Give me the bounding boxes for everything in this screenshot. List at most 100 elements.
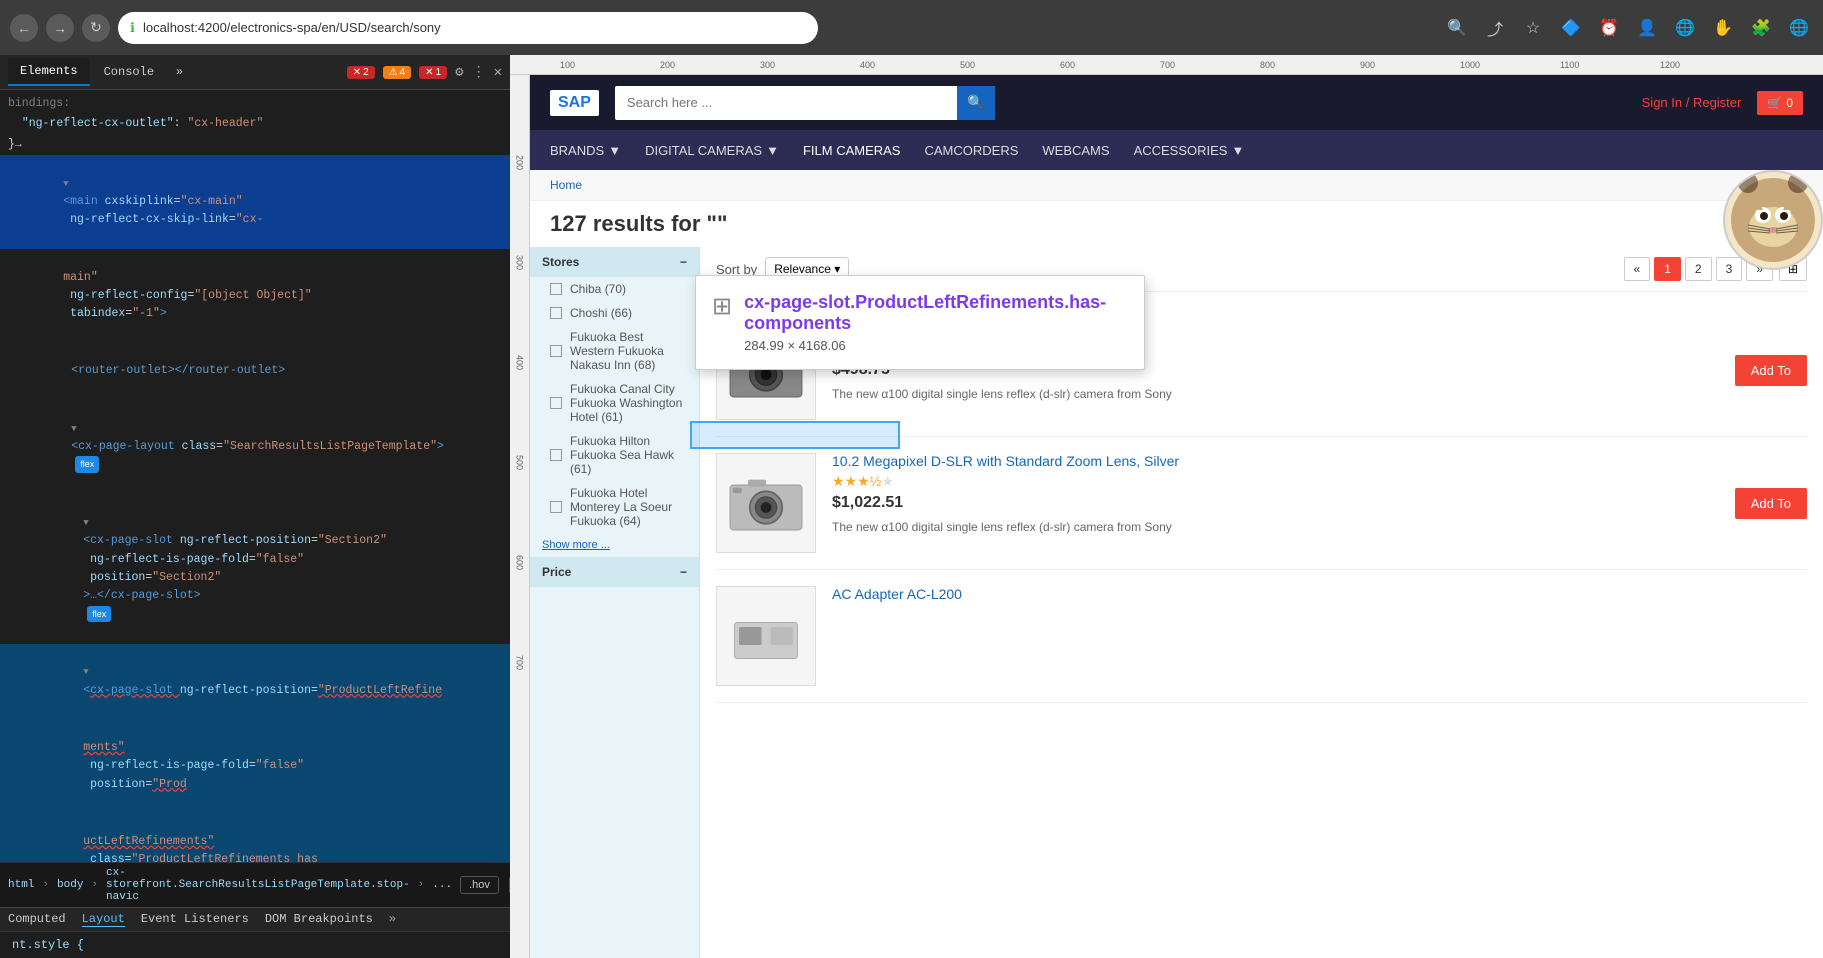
page-3[interactable]: 3 bbox=[1716, 257, 1743, 281]
extension2-icon[interactable]: ⏰ bbox=[1595, 14, 1623, 42]
product-desc-2: The new α100 digital single lens reflex … bbox=[832, 518, 1719, 536]
sap-header: SAP 🔍 Sign In / Register 🛒 0 bbox=[530, 75, 1823, 130]
search-input[interactable] bbox=[615, 95, 957, 110]
tab-dom-breakpoints[interactable]: DOM Breakpoints bbox=[265, 912, 373, 927]
price-header: Price − bbox=[530, 557, 699, 587]
extension5-icon[interactable]: ✋ bbox=[1709, 14, 1737, 42]
search-icon-btn[interactable]: 🔍 bbox=[1443, 14, 1471, 42]
product-image-2 bbox=[716, 453, 816, 553]
devtools-bottom-bar: Computed Layout Event Listeners DOM Brea… bbox=[0, 907, 510, 931]
sidebar-item-fukuoka-monterey[interactable]: Fukuoka Hotel Monterey La Soeur Fukuoka … bbox=[530, 481, 699, 533]
add-to-cart-btn-2[interactable]: Add To bbox=[1735, 488, 1807, 519]
forward-button[interactable]: → bbox=[46, 14, 74, 42]
add-to-cart-btn-1[interactable]: Add To bbox=[1735, 355, 1807, 386]
nav-digital-cameras[interactable]: DIGITAL CAMERAS ▼ bbox=[645, 133, 779, 168]
nav-accessories-label: ACCESSORIES bbox=[1134, 143, 1228, 158]
checkbox-fukuoka-canal[interactable] bbox=[550, 397, 562, 409]
checkbox-fukuoka-hilton[interactable] bbox=[550, 449, 562, 461]
console-count: ✕1 bbox=[419, 66, 447, 79]
selector-actions: .hov .cls + ▶ ⬛ bbox=[460, 875, 510, 895]
code-product-left-2[interactable]: ments" ng-reflect-is-page-fold="false" p… bbox=[0, 719, 510, 813]
checkbox-choshi[interactable] bbox=[550, 307, 562, 319]
nav-accessories[interactable]: ACCESSORIES ▼ bbox=[1134, 133, 1245, 168]
stores-label: Stores bbox=[542, 255, 579, 269]
sidebar-item-label: Fukuoka Hilton Fukuoka Sea Hawk (61) bbox=[570, 434, 687, 476]
sidebar-item-label: Fukuoka Best Western Fukuoka Nakasu Inn … bbox=[570, 330, 687, 372]
selector-cx-storefront[interactable]: cx-storefront.SearchResultsListPageTempl… bbox=[106, 867, 410, 903]
more-icon[interactable]: ⋮ bbox=[472, 64, 486, 81]
selector-body[interactable]: body bbox=[57, 879, 83, 891]
nav-film-cameras[interactable]: FILM CAMERAS bbox=[803, 133, 901, 168]
product-card: 10.2 Megapixel D-SLR with Standard Zoom … bbox=[716, 437, 1807, 570]
tab-console[interactable]: Console bbox=[92, 59, 166, 85]
extension1-icon[interactable]: 🔷 bbox=[1557, 14, 1585, 42]
tab-event-listeners[interactable]: Event Listeners bbox=[141, 912, 249, 927]
back-button[interactable]: ← bbox=[10, 14, 38, 42]
bookmark-icon-btn[interactable]: ☆ bbox=[1519, 14, 1547, 42]
search-button[interactable]: 🔍 bbox=[957, 86, 995, 120]
share-icon-btn[interactable]: ⤴ bbox=[1481, 14, 1509, 42]
price-collapse-icon[interactable]: − bbox=[680, 565, 687, 579]
checkbox-fukuoka-monterey[interactable] bbox=[550, 501, 562, 513]
bottom-more[interactable]: » bbox=[389, 912, 396, 927]
main-nav: BRANDS ▼ DIGITAL CAMERAS ▼ FILM CAMERAS … bbox=[530, 130, 1823, 170]
tooltip-overlay: ⊞ cx-page-slot.ProductLeftRefinements.ha… bbox=[695, 275, 1145, 370]
sidebar-item-fukuoka-bw[interactable]: Fukuoka Best Western Fukuoka Nakasu Inn … bbox=[530, 325, 699, 377]
selector-more[interactable]: ... bbox=[432, 879, 452, 891]
code-line[interactable]: }→ bbox=[0, 135, 510, 155]
tooltip-text: cx-page-slot.ProductLeftRefinements.has-… bbox=[744, 292, 1128, 353]
devtools-tab-bar: Elements Console » ✕2 ⚠4 ✕1 ⚙ ⋮ ✕ bbox=[0, 55, 510, 90]
checkbox-chiba[interactable] bbox=[550, 283, 562, 295]
sidebar-item-fukuoka-canal[interactable]: Fukuoka Canal City Fukuoka Washington Ho… bbox=[530, 377, 699, 429]
extension4-icon[interactable]: 🌐 bbox=[1671, 14, 1699, 42]
product-title-3[interactable]: AC Adapter AC-L200 bbox=[832, 586, 1807, 602]
cart-button[interactable]: 🛒 0 bbox=[1757, 91, 1803, 115]
selector-bar: html › body › cx-storefront.SearchResult… bbox=[0, 862, 510, 907]
page-1[interactable]: 1 bbox=[1654, 257, 1681, 281]
extension6-icon[interactable]: 🧩 bbox=[1747, 14, 1775, 42]
browser-toolbar: 🔍 ⤴ ☆ 🔷 ⏰ 👤 🌐 ✋ 🧩 🌐 bbox=[1443, 14, 1813, 42]
page-2[interactable]: 2 bbox=[1685, 257, 1712, 281]
extension3-icon[interactable]: 👤 bbox=[1633, 14, 1661, 42]
nav-brands[interactable]: BRANDS ▼ bbox=[550, 133, 621, 168]
code-router[interactable]: <router-outlet></router-outlet> bbox=[0, 343, 510, 400]
nav-webcams-label: WEBCAMS bbox=[1042, 143, 1109, 158]
tab-computed[interactable]: Computed bbox=[8, 912, 66, 927]
code-section2[interactable]: <cx-page-slot ng-reflect-position="Secti… bbox=[0, 494, 510, 643]
code-line[interactable]: main" ng-reflect-config="[object Object]… bbox=[0, 249, 510, 343]
code-product-left[interactable]: <cx-page-slot ng-reflect-position="Produ… bbox=[0, 644, 510, 720]
settings-icon[interactable]: ⚙ bbox=[455, 64, 463, 81]
selector-html[interactable]: html bbox=[8, 879, 34, 891]
product-card: AC Adapter AC-L200 bbox=[716, 570, 1807, 703]
tab-elements[interactable]: Elements bbox=[8, 58, 90, 86]
ruler-horizontal: 100 200 300 400 500 600 700 800 900 1000… bbox=[510, 55, 1823, 75]
nav-accessories-arrow: ▼ bbox=[1231, 143, 1244, 158]
profile-icon[interactable]: 🌐 bbox=[1785, 14, 1813, 42]
results-text: results for "" bbox=[593, 211, 728, 236]
tab-layout[interactable]: Layout bbox=[82, 912, 125, 927]
close-icon[interactable]: ✕ bbox=[494, 64, 502, 81]
url-text[interactable]: localhost:4200/electronics-spa/en/USD/se… bbox=[143, 20, 441, 35]
sidebar-item-chiba[interactable]: Chiba (70) bbox=[530, 277, 699, 301]
hover-btn[interactable]: .hov bbox=[460, 876, 499, 894]
sidebar-item-fukuoka-hilton[interactable]: Fukuoka Hilton Fukuoka Sea Hawk (61) bbox=[530, 429, 699, 481]
code-product-left-3[interactable]: uctLeftRefinements" class="ProductLeftRe… bbox=[0, 813, 510, 862]
sidebar: Stores − Chiba (70) Choshi (66) Fukuoka … bbox=[530, 247, 700, 958]
reload-button[interactable]: ↻ bbox=[82, 14, 110, 42]
show-more-stores[interactable]: Show more ... bbox=[530, 533, 699, 557]
page-prev[interactable]: « bbox=[1624, 257, 1651, 281]
code-page-layout[interactable]: <cx-page-layout class="SearchResultsList… bbox=[0, 400, 510, 494]
product-title-2[interactable]: 10.2 Megapixel D-SLR with Standard Zoom … bbox=[832, 453, 1719, 469]
stores-collapse-icon[interactable]: − bbox=[680, 255, 687, 269]
nav-camcorders[interactable]: CAMCORDERS bbox=[924, 133, 1018, 168]
nav-webcams[interactable]: WEBCAMS bbox=[1042, 133, 1109, 168]
sidebar-item-choshi[interactable]: Choshi (66) bbox=[530, 301, 699, 325]
code-line[interactable]: bindings: bbox=[0, 94, 510, 114]
tab-more[interactable]: » bbox=[168, 62, 191, 83]
checkbox-fukuoka-bw[interactable] bbox=[550, 345, 562, 357]
sign-in-link[interactable]: Sign In / Register bbox=[1642, 95, 1742, 110]
sort-value: Relevance bbox=[774, 262, 831, 276]
breadcrumb-home[interactable]: Home bbox=[550, 178, 582, 192]
code-line[interactable]: "ng-reflect-cx-outlet": "cx-header" bbox=[0, 114, 510, 134]
code-main-element[interactable]: <main cxskiplink="cx-main" ng-reflect-cx… bbox=[0, 155, 510, 249]
